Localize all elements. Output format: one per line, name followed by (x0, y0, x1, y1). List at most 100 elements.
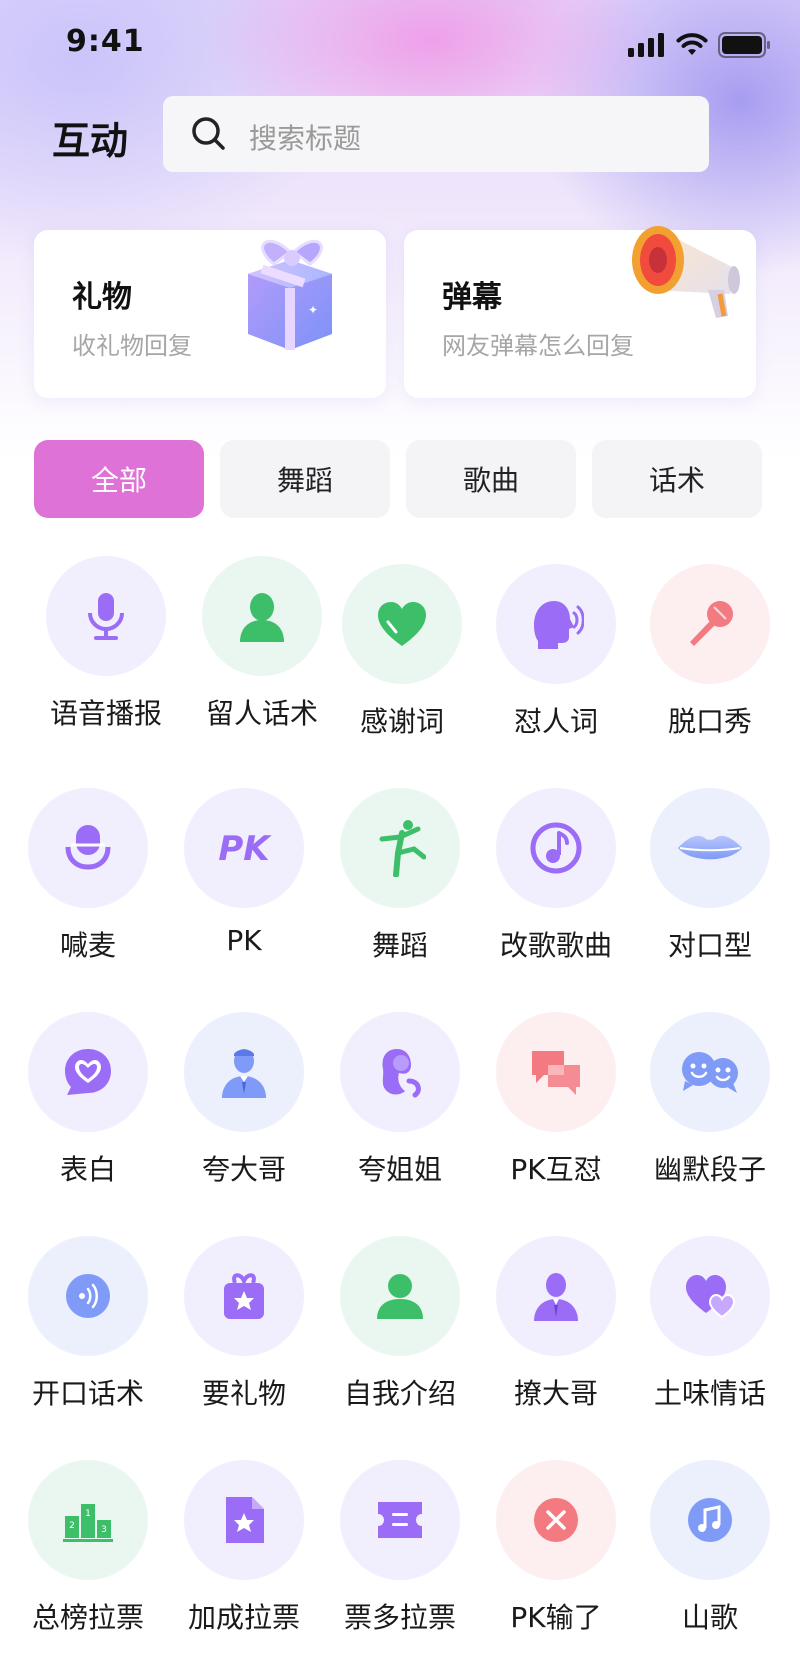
gift-reply-card[interactable]: 礼物 收礼物回复 ✦ (34, 230, 386, 398)
item-label: 表白 (59, 1153, 116, 1186)
item-label: 对口型 (667, 929, 752, 962)
item-label: 夸姐姐 (357, 1153, 442, 1186)
grid-item-cheesy-love-talk[interactable]: 土味情话 (635, 1236, 785, 1436)
star-document-icon (226, 1497, 264, 1543)
search-placeholder: 搜索标题 (249, 122, 362, 155)
grid-item-ask-gifts[interactable]: 要礼物 (169, 1236, 319, 1436)
icon-circle (28, 1236, 148, 1356)
page: 9:41 互动 搜索标题 礼物 收礼物回复 ✦ 弹幕 网友弹幕怎么回复 全部 舞… (0, 0, 800, 1657)
icon-circle (650, 1012, 770, 1132)
icon-circle (496, 1012, 616, 1132)
item-label: PK (226, 924, 262, 957)
icon-circle (342, 564, 462, 684)
item-label: PK互怼 (510, 1153, 602, 1186)
item-label: 脱口秀 (667, 705, 752, 738)
pk-icon: PK (218, 829, 272, 868)
battery-icon (718, 32, 770, 58)
user-icon (377, 1274, 423, 1319)
sound-wave-icon (66, 1274, 110, 1318)
smiley-bubbles-icon (682, 1052, 738, 1093)
heart-icon (378, 602, 426, 646)
gift-bag-icon (224, 1273, 264, 1319)
svg-text:✦: ✦ (308, 303, 318, 317)
close-circle-icon (534, 1498, 578, 1542)
gentleman-icon (534, 1273, 578, 1321)
dancer-icon (379, 820, 426, 877)
grid-item-total-ranking-votes[interactable]: 2 1 3 总榜拉票 (13, 1460, 163, 1657)
svg-text:1: 1 (85, 1509, 91, 1519)
card-subtitle: 收礼物回复 (72, 332, 192, 360)
item-label: 喊麦 (59, 929, 116, 962)
heart-bubble-icon (65, 1049, 111, 1095)
search-input[interactable]: 搜索标题 (163, 96, 709, 172)
grid-item-roast-words[interactable]: 怼人词 (481, 564, 631, 764)
svg-text:3: 3 (101, 1525, 107, 1535)
grid-item-talk-show[interactable]: 脱口秀 (635, 564, 785, 764)
grid-item-dance[interactable]: 舞蹈 (325, 788, 475, 988)
item-label: 撩大哥 (513, 1377, 598, 1410)
page-title: 互动 (52, 119, 129, 163)
status-bar: 9:41 (0, 0, 800, 88)
grid-item-bonus-votes[interactable]: 加成拉票 (169, 1460, 319, 1657)
status-time: 9:41 (66, 24, 145, 59)
tab-songs[interactable]: 歌曲 (406, 440, 576, 518)
grid-item-flirt-brother[interactable]: 撩大哥 (481, 1236, 631, 1436)
icon-circle (496, 564, 616, 684)
handheld-mic-icon (690, 601, 733, 646)
person-icon (240, 593, 284, 642)
icon-circle (184, 1460, 304, 1580)
danmaku-reply-card[interactable]: 弹幕 网友弹幕怎么回复 (404, 226, 756, 398)
icon-circle (496, 1460, 616, 1580)
item-label: 加成拉票 (187, 1601, 300, 1634)
grid-item-voice-broadcast[interactable]: 语音播报 (31, 556, 181, 756)
grid-item-adapted-songs[interactable]: 改歌歌曲 (481, 788, 631, 988)
icon-circle (184, 1236, 304, 1356)
icon-circle (340, 788, 460, 908)
grid-item-humor-jokes[interactable]: 幽默段子 (635, 1012, 785, 1212)
tab-all[interactable]: 全部 (34, 440, 204, 518)
card-title: 礼物 (72, 280, 132, 315)
grid-item-folk-songs[interactable]: 山歌 (635, 1460, 785, 1657)
speaking-head-icon (534, 601, 584, 649)
icon-circle (46, 556, 166, 676)
icon-circle (496, 788, 616, 908)
grid-item-more-votes[interactable]: 票多拉票 (325, 1460, 475, 1657)
svg-text:2: 2 (69, 1521, 75, 1531)
item-label: 幽默段子 (653, 1153, 766, 1186)
icon-circle (184, 1012, 304, 1132)
grid-item-pk-roast[interactable]: PK互怼 (481, 1012, 631, 1212)
search-icon (192, 117, 225, 150)
cellular-signal-icon (628, 33, 664, 57)
tab-scripts[interactable]: 话术 (592, 440, 762, 518)
icon-circle: PK (184, 788, 304, 908)
grid-item-thanks[interactable]: 感谢词 (327, 564, 477, 764)
grid-item-opening-scripts[interactable]: 开口话术 (13, 1236, 163, 1436)
grid-item-praise-sister[interactable]: 夸姐姐 (325, 1012, 475, 1212)
item-label: 舞蹈 (371, 929, 428, 962)
double-heart-icon (686, 1275, 736, 1319)
megaphone-icon (632, 226, 740, 318)
icon-circle (650, 1236, 770, 1356)
grid-item-self-intro[interactable]: 自我介绍 (325, 1236, 475, 1436)
wifi-icon (676, 33, 708, 55)
item-label: 要礼物 (201, 1377, 286, 1410)
item-label: 感谢词 (359, 705, 444, 738)
grid-item-retain-scripts[interactable]: 留人话术 (187, 556, 337, 756)
chat-bubbles-icon (532, 1051, 580, 1095)
music-note-icon (688, 1498, 732, 1542)
header: 互动 搜索标题 (0, 96, 800, 172)
grid-item-shout-mic[interactable]: 喊麦 (13, 788, 163, 988)
grid-item-lip-sync[interactable]: 对口型 (635, 788, 785, 988)
tab-dance[interactable]: 舞蹈 (220, 440, 390, 518)
grid-item-confession[interactable]: 表白 (13, 1012, 163, 1212)
card-subtitle: 网友弹幕怎么回复 (442, 332, 634, 360)
podium-icon: 2 1 3 (63, 1504, 113, 1542)
item-label: 土味情话 (653, 1377, 766, 1410)
grid-item-pk-lost[interactable]: PK输了 (481, 1460, 631, 1657)
icon-circle: 2 1 3 (28, 1460, 148, 1580)
microphone-icon (88, 593, 124, 640)
grid-item-praise-brother[interactable]: 夸大哥 (169, 1012, 319, 1212)
item-label: 夸大哥 (201, 1153, 286, 1186)
item-label: 语音播报 (49, 697, 162, 730)
grid-item-pk[interactable]: PK PK (169, 788, 319, 988)
